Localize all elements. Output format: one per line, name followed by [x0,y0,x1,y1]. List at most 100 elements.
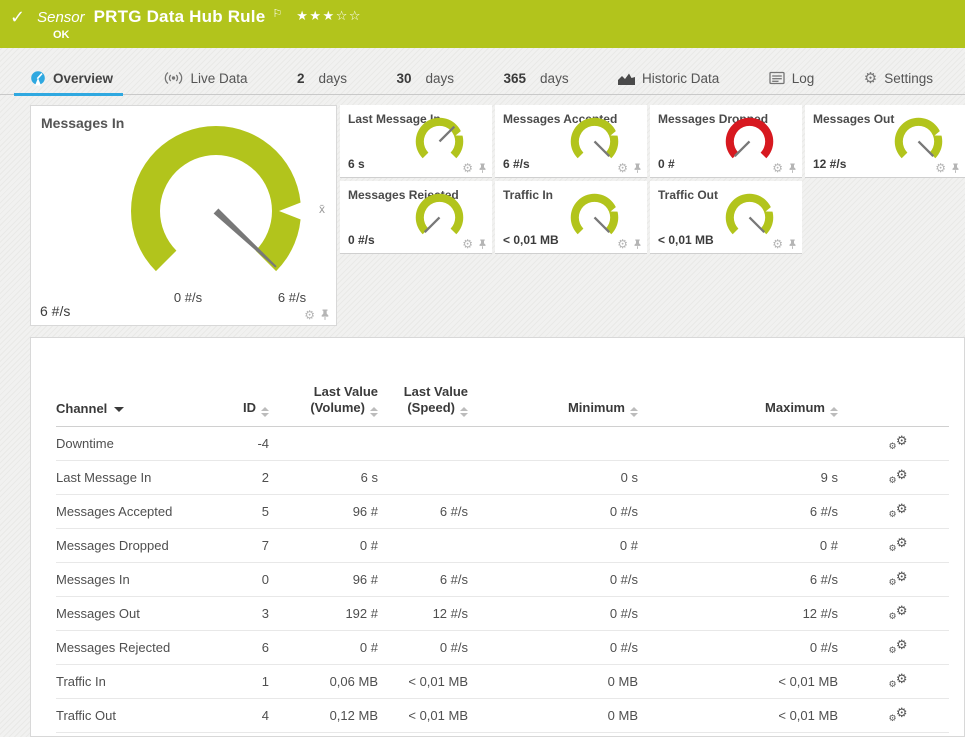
pin-icon[interactable] [951,162,960,174]
last-value-volume: 0 # [269,538,378,553]
pin-icon[interactable] [788,238,797,250]
pin-icon[interactable] [478,162,487,174]
pin-icon[interactable] [320,308,330,321]
channel-settings-icon[interactable]: ⚙⚙ [889,604,908,621]
column-label: (Volume) [310,400,365,415]
primary-gauge[interactable] [116,111,316,311]
gauge-current-value: < 0,01 MB [658,233,714,247]
mini-gauge[interactable] [721,188,778,245]
column-header-maximum[interactable]: Maximum [638,400,838,417]
tab-number: 2 [297,71,305,86]
channel-name: Messages Rejected [56,640,229,655]
last-value-speed: 0 #/s [378,640,468,655]
tab-number: 30 [397,71,412,86]
channel-settings-icon[interactable]: ⚙⚙ [889,570,908,587]
gauge-current-value: 6 #/s [40,303,70,319]
gear-icon[interactable]: ⚙ [462,238,473,250]
pin-icon[interactable] [633,238,642,250]
pin-icon[interactable] [633,162,642,174]
sort-desc-icon [114,407,124,412]
last-value-speed: 12 #/s [378,606,468,621]
column-header-channel[interactable]: Channel [56,401,229,417]
channel-id: 1 [229,674,269,689]
table-row-traffic-in: Traffic In 1 0,06 MB < 0,01 MB 0 MB < 0,… [56,665,949,699]
log-list-icon [769,71,785,85]
channel-settings-icon[interactable]: ⚙⚙ [889,672,908,689]
tab-label: Overview [53,71,113,86]
pin-icon[interactable] [788,162,797,174]
tab-label: Live Data [191,71,248,86]
gear-icon[interactable]: ⚙ [462,162,473,174]
priority-flag-icon[interactable]: ⚐ [272,7,282,20]
gear-icon[interactable]: ⚙ [772,238,783,250]
gear-icon[interactable]: ⚙ [304,309,315,321]
table-row-messages-accepted: Messages Accepted 5 96 # 6 #/s 0 #/s 6 #… [56,495,949,529]
gauge-needle [440,127,455,142]
maximum-value: 0 #/s [638,640,838,655]
mini-gauge[interactable] [566,112,623,169]
channel-settings-icon[interactable]: ⚙⚙ [889,502,908,519]
channel-name: Messages Dropped [56,538,229,553]
area-chart-icon [618,72,635,85]
tab-2-days[interactable]: 2days [297,62,347,95]
tab-overview[interactable]: Overview [30,62,113,95]
channel-settings-icon[interactable]: ⚙⚙ [889,638,908,655]
tab-label: days [426,71,455,86]
gauge-needle [750,217,765,232]
sort-icon [261,407,269,417]
channel-table-panel: Channel ID Last Value(Volume) Last Value… [30,337,965,737]
table-row-traffic-out: Traffic Out 4 0,12 MB < 0,01 MB 0 MB < 0… [56,699,949,733]
gauge-current-value: 6 #/s [503,157,530,171]
channel-settings-icon[interactable]: ⚙⚙ [889,536,908,553]
channel-id: 5 [229,504,269,519]
tab-live-data[interactable]: Live Data [163,62,248,95]
gauge-scale-min: 0 #/s [158,290,218,305]
minimum-value: 0 MB [468,674,638,689]
tab-settings[interactable]: ⚙ Settings [864,62,933,95]
gear-icon[interactable]: ⚙ [935,162,946,174]
tab-bar: Overview Live Data 2days 30 days 365days [0,62,965,95]
last-value-volume: 96 # [269,504,378,519]
gauge-title: Traffic Out [658,188,718,202]
channel-settings-icon[interactable]: ⚙⚙ [889,706,908,723]
column-label: (Speed) [407,400,455,415]
column-header-last-value-volume[interactable]: Last Value(Volume) [269,384,378,417]
channel-name: Traffic Out [56,708,229,723]
tab-log[interactable]: Log [769,62,815,95]
gauge-current-value: 6 s [348,157,365,171]
tab-historic-data[interactable]: Historic Data [618,62,719,95]
gauge-scale-max: 6 #/s [262,290,322,305]
mini-gauge[interactable] [721,112,778,169]
pin-icon[interactable] [478,238,487,250]
channel-name: Last Message In [56,470,229,485]
mini-gauge[interactable] [411,112,468,169]
gauge-current-value: 0 # [658,157,675,171]
channel-id: 6 [229,640,269,655]
mini-gauge[interactable] [411,188,468,245]
maximum-value: 12 #/s [638,606,838,621]
priority-stars[interactable]: ★★★☆☆ [296,8,362,24]
table-row-downtime: Downtime -4 ⚙⚙ [56,427,949,461]
mini-gauge[interactable] [566,188,623,245]
tab-30-days[interactable]: 30 days [397,62,455,95]
channel-settings-icon[interactable]: ⚙⚙ [889,434,908,451]
tab-365-days[interactable]: 365days [504,62,569,95]
sensor-overview-page: ✓ Sensor PRTG Data Hub Rule ⚐ ★★★☆☆ OK O… [0,0,965,737]
gear-icon[interactable]: ⚙ [617,162,628,174]
column-header-last-value-speed[interactable]: Last Value(Speed) [378,384,468,417]
gauge-cell-messages-out: Messages Out 12 #/s ⚙ [805,105,965,178]
maximum-value: < 0,01 MB [638,708,838,723]
maximum-value: 6 #/s [638,572,838,587]
tab-number: 365 [504,71,527,86]
maximum-value: 9 s [638,470,838,485]
gear-icon[interactable]: ⚙ [772,162,783,174]
minimum-value: 0 #/s [468,572,638,587]
gear-icon[interactable]: ⚙ [617,238,628,250]
object-kind-label: Sensor [37,9,85,26]
table-row-messages-rejected: Messages Rejected 6 0 # 0 #/s 0 #/s 0 #/… [56,631,949,665]
primary-channel-gauge-panel: Messages In x̄ 0 #/s 6 #/s 6 #/s ⚙ [30,105,337,326]
column-header-id[interactable]: ID [229,400,269,417]
average-marker-label: x̄ [319,202,325,216]
column-header-minimum[interactable]: Minimum [468,400,638,417]
channel-settings-icon[interactable]: ⚙⚙ [889,468,908,485]
